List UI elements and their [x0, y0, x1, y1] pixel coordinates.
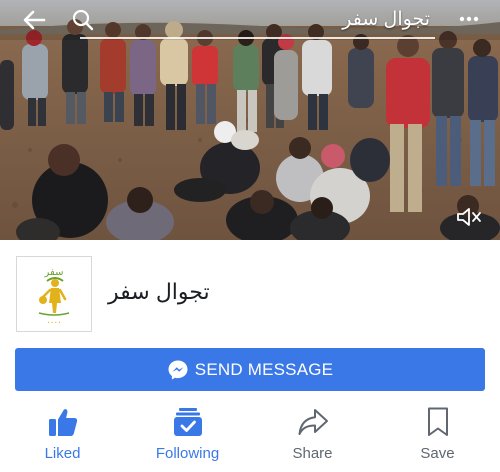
svg-text:• • • •: • • • •: [47, 320, 60, 325]
page-profile-picture[interactable]: سفر • • • •: [16, 256, 92, 332]
share-label: Share: [292, 445, 333, 462]
header-underline: [80, 37, 435, 39]
messenger-icon: [168, 360, 188, 379]
following-icon: [173, 408, 202, 436]
following-label: Following: [155, 445, 220, 462]
more-options-button[interactable]: [452, 6, 486, 32]
share-icon: [298, 409, 328, 435]
send-message-label: SEND MESSAGE: [194, 359, 334, 379]
send-message-button[interactable]: SEND MESSAGE: [15, 348, 485, 391]
cover-top-bar: تجوال سفر: [0, 0, 500, 40]
page-name: تجوال سفر: [108, 279, 210, 304]
header-page-title: تجوال سفر: [342, 9, 430, 30]
save-label: Save: [420, 445, 455, 462]
thumbs-up-icon: [48, 409, 77, 436]
back-button[interactable]: [18, 6, 50, 34]
mute-button[interactable]: [452, 203, 486, 231]
page-actions-bar: Liked Following Share Save: [0, 402, 500, 472]
search-button[interactable]: [68, 6, 98, 34]
page-logo: سفر • • • •: [38, 267, 70, 325]
save-button[interactable]: Save: [375, 402, 500, 472]
liked-label: Liked: [44, 445, 81, 462]
cover-photo[interactable]: تجوال سفر: [0, 0, 500, 240]
more-dots-icon: [459, 16, 479, 22]
logo-text: سفر: [44, 267, 64, 278]
speaker-muted-icon: [457, 208, 481, 226]
share-button[interactable]: Share: [250, 402, 375, 472]
search-icon: [72, 9, 94, 31]
bookmark-icon: [427, 407, 448, 436]
back-arrow-icon: [23, 10, 46, 30]
following-button[interactable]: Following: [125, 402, 250, 472]
liked-button[interactable]: Liked: [0, 402, 125, 472]
